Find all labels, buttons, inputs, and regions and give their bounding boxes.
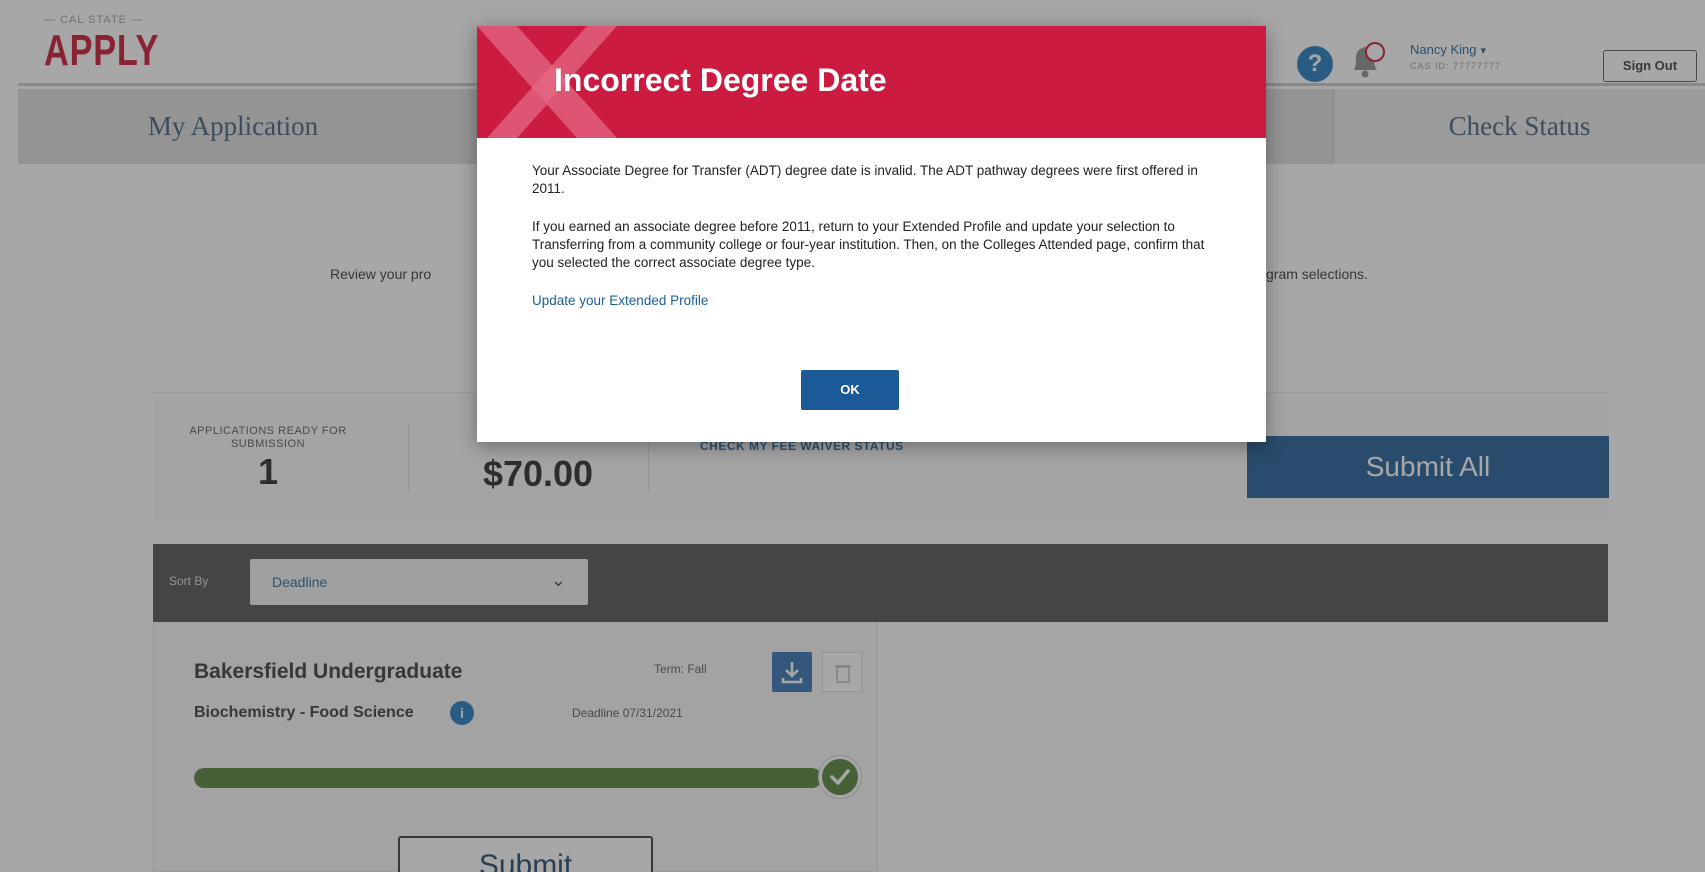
dialog-message-1: Your Associate Degree for Transfer (ADT)… <box>532 163 1198 196</box>
ok-button[interactable]: OK <box>801 370 899 410</box>
dialog-message-2: If you earned an associate degree before… <box>532 219 1205 270</box>
dialog-body: Your Associate Degree for Transfer (ADT)… <box>532 162 1222 310</box>
incorrect-degree-date-dialog: Incorrect Degree Date Your Associate Deg… <box>477 26 1266 442</box>
dialog-title: Incorrect Degree Date <box>554 62 887 98</box>
update-extended-profile-link[interactable]: Update your Extended Profile <box>532 293 708 308</box>
dialog-header: Incorrect Degree Date <box>477 26 1266 138</box>
